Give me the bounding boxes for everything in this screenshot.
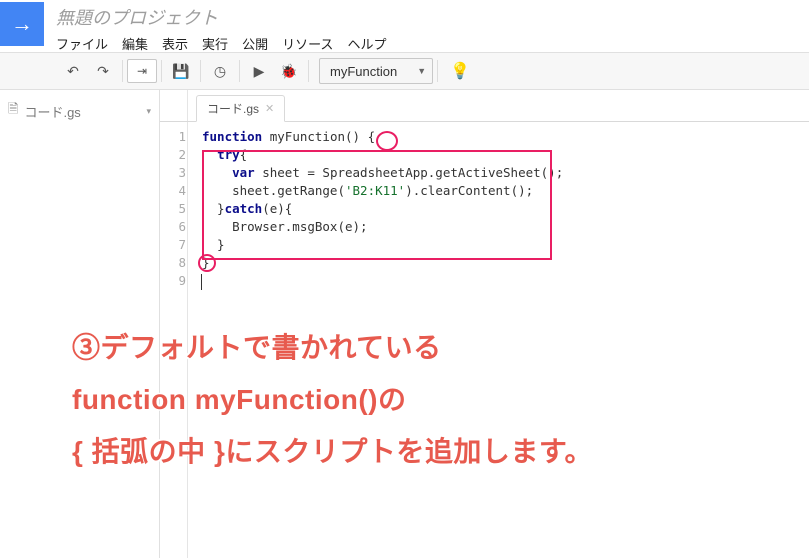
- arrow-right-icon: →: [11, 13, 33, 35]
- menu-bar: ファイル 編集 表示 実行 公開 リソース ヘルプ: [56, 34, 386, 53]
- keyword: try: [217, 147, 240, 162]
- close-icon[interactable]: ✕: [265, 102, 274, 115]
- editor-pane: コード.gs ✕ 1 2 3 4 5 6 7 8 9 function: [160, 90, 809, 558]
- menu-file[interactable]: ファイル: [56, 34, 108, 53]
- code-text: [202, 147, 217, 162]
- code-line: var sheet = SpreadsheetApp.getActiveShee…: [202, 164, 563, 182]
- editor-tab-strip: コード.gs ✕: [160, 90, 809, 122]
- redo-button[interactable]: ↷: [88, 58, 118, 84]
- indent-button[interactable]: ⇥: [127, 59, 157, 83]
- code-text: }: [202, 237, 225, 252]
- sidebar-file-item[interactable]: 🗎 コード.gs ▾: [0, 96, 159, 126]
- code-line: }: [202, 236, 563, 254]
- code-text: }: [202, 201, 225, 216]
- menu-publish[interactable]: 公開: [242, 34, 268, 53]
- code-text: ).clearContent();: [405, 183, 533, 198]
- code-line: try{: [202, 146, 563, 164]
- code-line: Browser.msgBox(e);: [202, 218, 563, 236]
- save-button[interactable]: 💾: [166, 58, 196, 84]
- toolbar: ↶ ↷ ⇥ 💾 ◷ ▶ 🐞 myFunction ▼ 💡: [0, 52, 809, 90]
- keyword: function: [202, 129, 262, 144]
- code-line: function myFunction() {: [202, 128, 563, 146]
- line-number: 8: [160, 254, 186, 272]
- editor-tab-label: コード.gs: [207, 100, 259, 117]
- code-text: sheet = SpreadsheetApp.getActiveSheet();: [255, 165, 564, 180]
- undo-button[interactable]: ↶: [58, 58, 88, 84]
- run-button[interactable]: ▶: [244, 58, 274, 84]
- code-line: }: [202, 254, 563, 272]
- code-text: {: [240, 147, 248, 162]
- clock-icon: ◷: [214, 63, 226, 80]
- code-text: }: [202, 255, 210, 270]
- sidebar-file-label: コード.gs: [24, 102, 80, 121]
- bug-icon: 🐞: [280, 63, 297, 80]
- file-icon: 🗎: [8, 100, 18, 122]
- title-and-menus: 無題のプロジェクト ファイル 編集 表示 実行 公開 リソース ヘルプ: [44, 2, 386, 53]
- app-logo[interactable]: →: [0, 2, 44, 46]
- function-select-label: myFunction: [330, 64, 397, 79]
- menu-help[interactable]: ヘルプ: [347, 34, 386, 53]
- line-number: 4: [160, 182, 186, 200]
- keyword: var: [232, 165, 255, 180]
- save-icon: 💾: [172, 63, 189, 80]
- code-text: (e){: [262, 201, 292, 216]
- triggers-button[interactable]: ◷: [205, 58, 235, 84]
- separator: [200, 60, 201, 82]
- play-icon: ▶: [254, 63, 265, 80]
- file-sidebar: 🗎 コード.gs ▾: [0, 90, 160, 558]
- code-text: sheet.getRange(: [202, 183, 345, 198]
- editor-tab[interactable]: コード.gs ✕: [196, 95, 285, 122]
- function-select[interactable]: myFunction ▼: [319, 58, 433, 84]
- line-number-gutter: 1 2 3 4 5 6 7 8 9: [160, 128, 194, 290]
- debug-button[interactable]: 🐞: [274, 58, 304, 84]
- separator: [161, 60, 162, 82]
- separator: [239, 60, 240, 82]
- line-number: 7: [160, 236, 186, 254]
- menu-run[interactable]: 実行: [202, 34, 228, 53]
- code-editor[interactable]: 1 2 3 4 5 6 7 8 9 function myFunction() …: [160, 122, 809, 290]
- project-title[interactable]: 無題のプロジェクト: [56, 4, 386, 30]
- code-line: sheet.getRange('B2:K11').clearContent();: [202, 182, 563, 200]
- work-area: 🗎 コード.gs ▾ コード.gs ✕ 1 2 3 4 5 6 7 8 9: [0, 90, 809, 558]
- undo-icon: ↶: [67, 63, 79, 80]
- code-text: [202, 165, 232, 180]
- line-number: 5: [160, 200, 186, 218]
- code-line: }catch(e){: [202, 200, 563, 218]
- text-cursor: [201, 274, 202, 290]
- redo-icon: ↷: [97, 63, 109, 80]
- code-text: Browser.msgBox(e);: [202, 219, 368, 234]
- separator: [122, 60, 123, 82]
- line-number: 3: [160, 164, 186, 182]
- code-line: [202, 272, 563, 290]
- menu-resources[interactable]: リソース: [282, 34, 333, 53]
- keyword: catch: [225, 201, 263, 216]
- lightbulb-icon: 💡: [450, 63, 470, 80]
- menu-view[interactable]: 表示: [162, 34, 188, 53]
- code-content[interactable]: function myFunction() { try{ var sheet =…: [194, 128, 563, 290]
- separator: [308, 60, 309, 82]
- line-number: 6: [160, 218, 186, 236]
- separator: [437, 60, 438, 82]
- code-text: myFunction() {: [262, 129, 375, 144]
- caret-down-icon: ▾: [146, 106, 151, 117]
- string-literal: 'B2:K11': [345, 183, 405, 198]
- menu-edit[interactable]: 編集: [122, 34, 148, 53]
- indent-icon: ⇥: [137, 64, 147, 78]
- line-number: 1: [160, 128, 186, 146]
- app-header: → 無題のプロジェクト ファイル 編集 表示 実行 公開 リソース ヘルプ: [0, 0, 809, 52]
- lightbulb-button[interactable]: 💡: [450, 61, 470, 81]
- line-number: 9: [160, 272, 186, 290]
- line-number: 2: [160, 146, 186, 164]
- caret-down-icon: ▼: [417, 66, 426, 76]
